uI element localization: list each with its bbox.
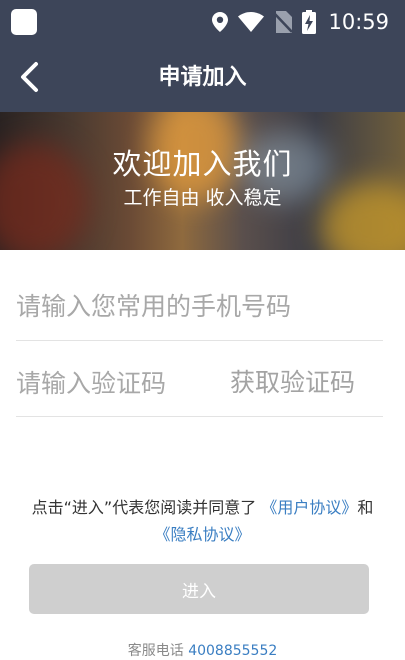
battery-charging-icon [302, 10, 317, 34]
status-icons: 10:59 [212, 0, 389, 44]
no-sim-icon [274, 11, 293, 33]
location-icon [212, 12, 229, 32]
agreement-and: 和 [357, 498, 374, 517]
service-phone-link[interactable]: 4008855552 [188, 643, 277, 659]
banner-title: 欢迎加入我们 [112, 147, 293, 181]
nav-bar: 申请加入 [0, 44, 405, 112]
app-icon [11, 9, 37, 35]
customer-service: 客服电话 4008855552 [0, 640, 405, 660]
code-input[interactable] [16, 350, 216, 416]
banner-text: 欢迎加入我们 工作自由 收入稳定 [0, 146, 405, 212]
get-code-button[interactable]: 获取验证码 [230, 350, 355, 416]
enter-button[interactable]: 进入 [29, 564, 369, 614]
code-row: 获取验证码 [16, 350, 383, 417]
agreement-prefix: 点击“进入”代表您阅读并同意了 [31, 498, 262, 517]
banner-image: 欢迎加入我们 工作自由 收入稳定 [0, 112, 405, 250]
privacy-agreement-link[interactable]: 《隐私协议》 [154, 525, 250, 544]
agreement-text: 点击“进入”代表您阅读并同意了 《用户协议》和 《隐私协议》 [30, 494, 375, 548]
page-title: 申请加入 [158, 65, 247, 90]
phone-row [16, 272, 383, 341]
phone-input[interactable] [16, 272, 383, 340]
wifi-icon [238, 12, 265, 32]
status-bar: 10:59 [0, 0, 405, 44]
status-time: 10:59 [328, 10, 389, 34]
service-label: 客服电话 [127, 643, 184, 659]
banner-subtitle: 工作自由 收入稳定 [123, 187, 282, 209]
user-agreement-link[interactable]: 《用户协议》 [261, 498, 357, 517]
